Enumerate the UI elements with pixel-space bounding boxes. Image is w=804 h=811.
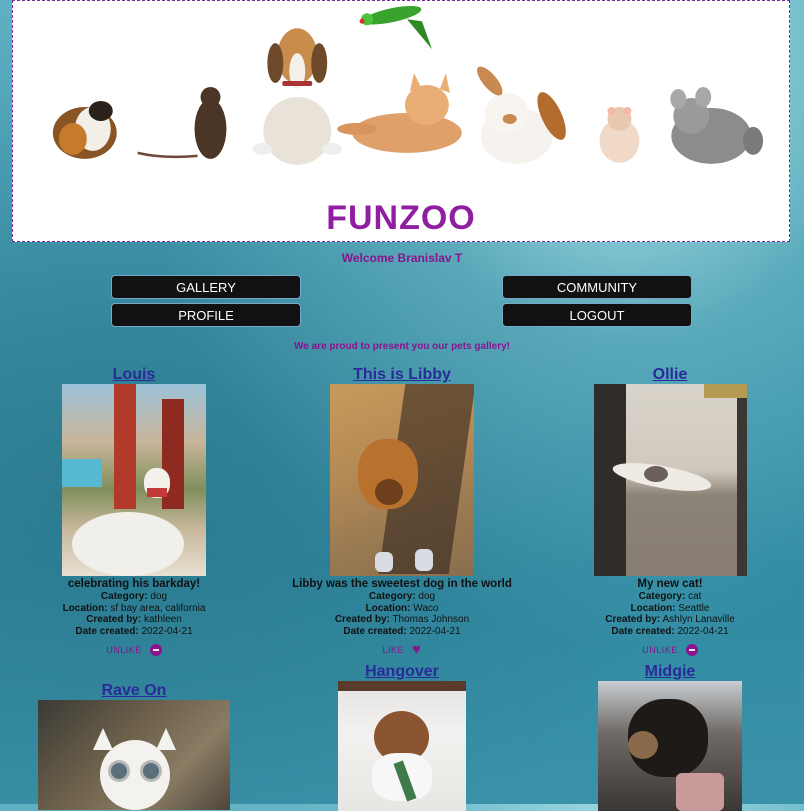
unlike-button[interactable]: UNLIKE xyxy=(34,643,234,656)
location-value: sf bay area, california xyxy=(110,602,206,614)
rat-figure xyxy=(137,87,227,159)
category-label: Category: xyxy=(368,591,416,602)
beagle-figure xyxy=(252,28,343,165)
minus-circle-icon xyxy=(149,643,162,656)
funzoo-logo[interactable]: FUNZOO xyxy=(13,199,789,238)
pet-photo[interactable] xyxy=(338,681,466,811)
location-value: Waco xyxy=(413,602,439,614)
pet-name-link[interactable]: Rave On xyxy=(34,682,234,700)
date-created-value: 2022-04-21 xyxy=(409,626,461,638)
unlike-button[interactable]: UNLIKE xyxy=(570,643,770,656)
pet-photo[interactable] xyxy=(38,700,230,810)
created-by-value: kathleen xyxy=(143,614,182,626)
date-created-value: 2022-04-21 xyxy=(677,626,729,638)
date-created-label: Date created: xyxy=(343,626,407,638)
created-by-value: Ashlyn Lanaville xyxy=(662,614,735,626)
logout-button[interactable]: LOGOUT xyxy=(502,303,692,327)
gallery-tagline: We are proud to present you our pets gal… xyxy=(294,341,510,352)
minus-circle-icon xyxy=(685,643,698,656)
heart-icon: ♥ xyxy=(412,640,422,658)
pet-card-louis: Louis celebrating his barkday! Category:… xyxy=(34,366,234,656)
category-label: Category: xyxy=(638,591,686,602)
date-created-label: Date created: xyxy=(611,626,675,638)
pet-name-link[interactable]: Louis xyxy=(34,366,234,384)
pets-banner-image xyxy=(52,5,764,165)
location-label: Location: xyxy=(630,602,676,614)
pet-name-link[interactable]: Hangover xyxy=(302,663,502,681)
created-by-value: Thomas Johnson xyxy=(392,614,470,626)
profile-button[interactable]: PROFILE xyxy=(111,303,301,327)
pet-photo[interactable] xyxy=(330,384,474,576)
welcome-message: Welcome Branislav T xyxy=(341,251,463,265)
cat-figure xyxy=(337,73,462,153)
pet-description: celebrating his barkday! xyxy=(67,578,201,590)
guinea-pig-figure xyxy=(52,101,117,159)
pet-card-rave-on: Rave On xyxy=(34,682,234,810)
location-value: Seattle xyxy=(678,602,710,614)
hamster-figure xyxy=(599,106,640,163)
pet-card-libby: This is Libby Libby was the sweetest dog… xyxy=(282,366,522,658)
pet-name-link[interactable]: Ollie xyxy=(570,366,770,384)
category-value: dog xyxy=(418,591,436,602)
pet-description: Libby was the sweetest dog in the world xyxy=(292,578,512,590)
unlike-label: UNLIKE xyxy=(106,644,142,655)
category-value: cat xyxy=(688,591,702,602)
rabbit-figure xyxy=(477,66,566,164)
category-label: Category: xyxy=(100,591,148,602)
pet-photo[interactable] xyxy=(62,384,206,576)
pet-photo[interactable] xyxy=(598,681,742,811)
date-created-value: 2022-04-21 xyxy=(141,626,193,638)
category-value: dog xyxy=(150,591,168,602)
pet-photo[interactable] xyxy=(593,384,747,576)
pet-card-hangover: Hangover xyxy=(302,663,502,811)
created-by-label: Created by: xyxy=(86,614,142,626)
like-label: LIKE xyxy=(382,644,405,655)
pet-card-ollie: Ollie My new cat! Category: cat Location… xyxy=(570,366,770,656)
gallery-button[interactable]: GALLERY xyxy=(111,275,301,299)
created-by-label: Created by: xyxy=(605,614,661,626)
header-banner: FUNZOO xyxy=(12,0,790,242)
location-label: Location: xyxy=(62,602,108,614)
pet-name-link[interactable]: Midgie xyxy=(570,663,770,681)
created-by-label: Created by: xyxy=(334,614,390,626)
location-label: Location: xyxy=(365,602,411,614)
parrot-figure xyxy=(359,5,432,50)
pet-name-link[interactable]: This is Libby xyxy=(282,366,522,384)
unlike-label: UNLIKE xyxy=(642,644,678,655)
pet-description: My new cat! xyxy=(637,578,703,590)
date-created-label: Date created: xyxy=(75,626,139,638)
pet-card-midgie: Midgie xyxy=(570,663,770,811)
community-button[interactable]: COMMUNITY xyxy=(502,275,692,299)
like-button[interactable]: LIKE ♥ xyxy=(282,640,522,658)
chinchilla-figure xyxy=(670,87,764,164)
